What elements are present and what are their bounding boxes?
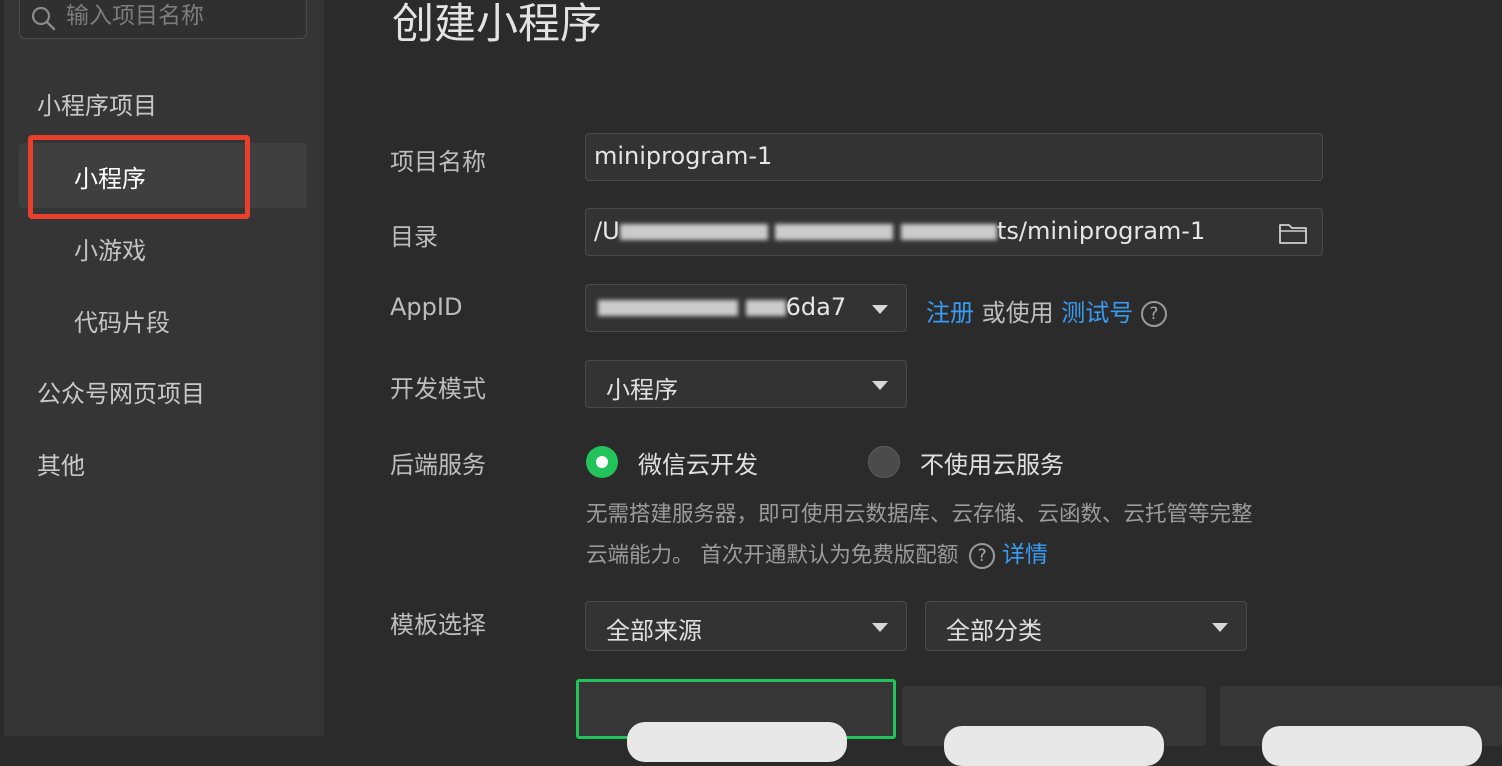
directory-input[interactable]: /U ts/miniprogram-1 (585, 208, 1323, 256)
directory-label: 目录 (390, 223, 438, 251)
template-label: 模板选择 (390, 611, 486, 639)
chevron-down-icon (872, 623, 888, 632)
sidebar: 小程序项目 小程序 小游戏 代码片段 公众号网页项目 其他 (0, 0, 324, 736)
search-box[interactable] (19, 0, 307, 39)
radio-no-cloud-label[interactable]: 不使用云服务 (920, 445, 1064, 480)
backend-description-text: 云端能力。 首次开通默认为免费版配额 (586, 543, 959, 568)
redacted-text (900, 224, 997, 240)
chevron-down-icon (1212, 623, 1228, 632)
test-account-link[interactable]: 测试号 (1061, 299, 1133, 327)
chevron-down-icon (872, 381, 888, 390)
template-card[interactable] (1220, 686, 1502, 766)
or-use-text: 或使用 (981, 299, 1054, 327)
redacted-text (745, 300, 786, 316)
project-name-value: miniprogram-1 (594, 142, 773, 170)
redacted-text (775, 224, 894, 240)
template-card-selected[interactable] (576, 679, 896, 762)
search-input[interactable] (66, 0, 296, 33)
sidebar-section-other[interactable]: 其他 (37, 446, 85, 481)
directory-value-suffix: ts/miniprogram-1 (996, 217, 1206, 245)
page-title: 创建小程序 (392, 0, 603, 48)
folder-icon[interactable] (1278, 221, 1308, 245)
sidebar-section-official-account-web[interactable]: 公众号网页项目 (37, 374, 205, 409)
appid-value: 6da7 (598, 293, 846, 321)
template-source-select[interactable]: 全部来源 (585, 601, 907, 651)
radio-wechat-cloud[interactable] (586, 446, 618, 478)
dev-mode-value: 小程序 (606, 376, 678, 404)
help-icon[interactable]: ? (1140, 301, 1167, 327)
project-name-label: 项目名称 (390, 148, 486, 176)
sidebar-edge (0, 0, 4, 736)
radio-wechat-cloud-label[interactable]: 微信云开发 (638, 445, 758, 480)
register-link[interactable]: 注册 (926, 299, 974, 327)
appid-value-suffix: 6da7 (785, 293, 847, 321)
appid-options: 注册 或使用 测试号 ? (926, 293, 1167, 328)
chevron-down-icon (872, 305, 888, 314)
dev-mode-label: 开发模式 (390, 375, 486, 403)
sidebar-item-code-snippet[interactable]: 代码片段 (74, 303, 170, 338)
details-link[interactable]: 详情 (1002, 542, 1048, 568)
template-card[interactable] (902, 686, 1206, 766)
template-category-value: 全部分类 (946, 617, 1042, 645)
search-icon (31, 6, 56, 31)
template-category-select[interactable]: 全部分类 (925, 601, 1247, 651)
directory-value: /U ts/miniprogram-1 (594, 217, 1205, 245)
sidebar-section-miniprogram-projects[interactable]: 小程序项目 (37, 86, 157, 121)
sidebar-item-minigame[interactable]: 小游戏 (74, 231, 146, 266)
dev-mode-select[interactable]: 小程序 (585, 360, 907, 408)
redacted-text (598, 300, 738, 316)
directory-value-prefix: /U (594, 217, 620, 245)
template-preview (627, 722, 847, 762)
highlight-annotation-box (28, 135, 250, 219)
help-icon[interactable]: ? (969, 543, 996, 569)
backend-description-line1: 无需搭建服务器，即可使用云数据库、云存储、云函数、云托管等完整 (586, 502, 1253, 527)
appid-select[interactable]: 6da7 (585, 284, 907, 332)
template-preview (1262, 726, 1482, 766)
project-name-input[interactable]: miniprogram-1 (585, 133, 1323, 181)
redacted-text (619, 224, 768, 240)
radio-no-cloud[interactable] (868, 446, 900, 478)
template-preview (944, 726, 1164, 766)
backend-description-line2: 云端能力。 首次开通默认为免费版配额 ? 详情 (586, 535, 1048, 569)
backend-label: 后端服务 (390, 451, 486, 479)
template-source-value: 全部来源 (606, 617, 702, 645)
appid-label: AppID (390, 293, 463, 321)
